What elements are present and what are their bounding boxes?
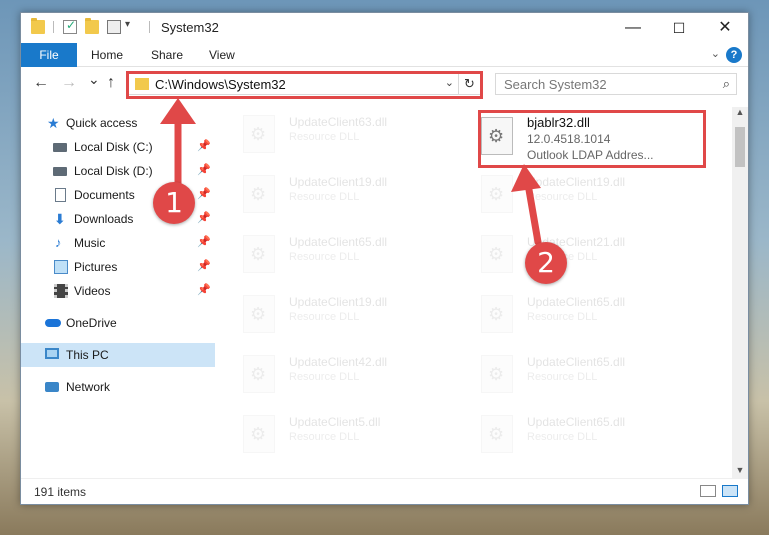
arrow-to-highlighted-file [511, 164, 542, 246]
step-2-badge: 2 [525, 242, 567, 284]
step-1-badge: 1 [153, 182, 195, 224]
annotation-arrows [160, 98, 542, 246]
arrow-to-address-bar [160, 98, 196, 192]
